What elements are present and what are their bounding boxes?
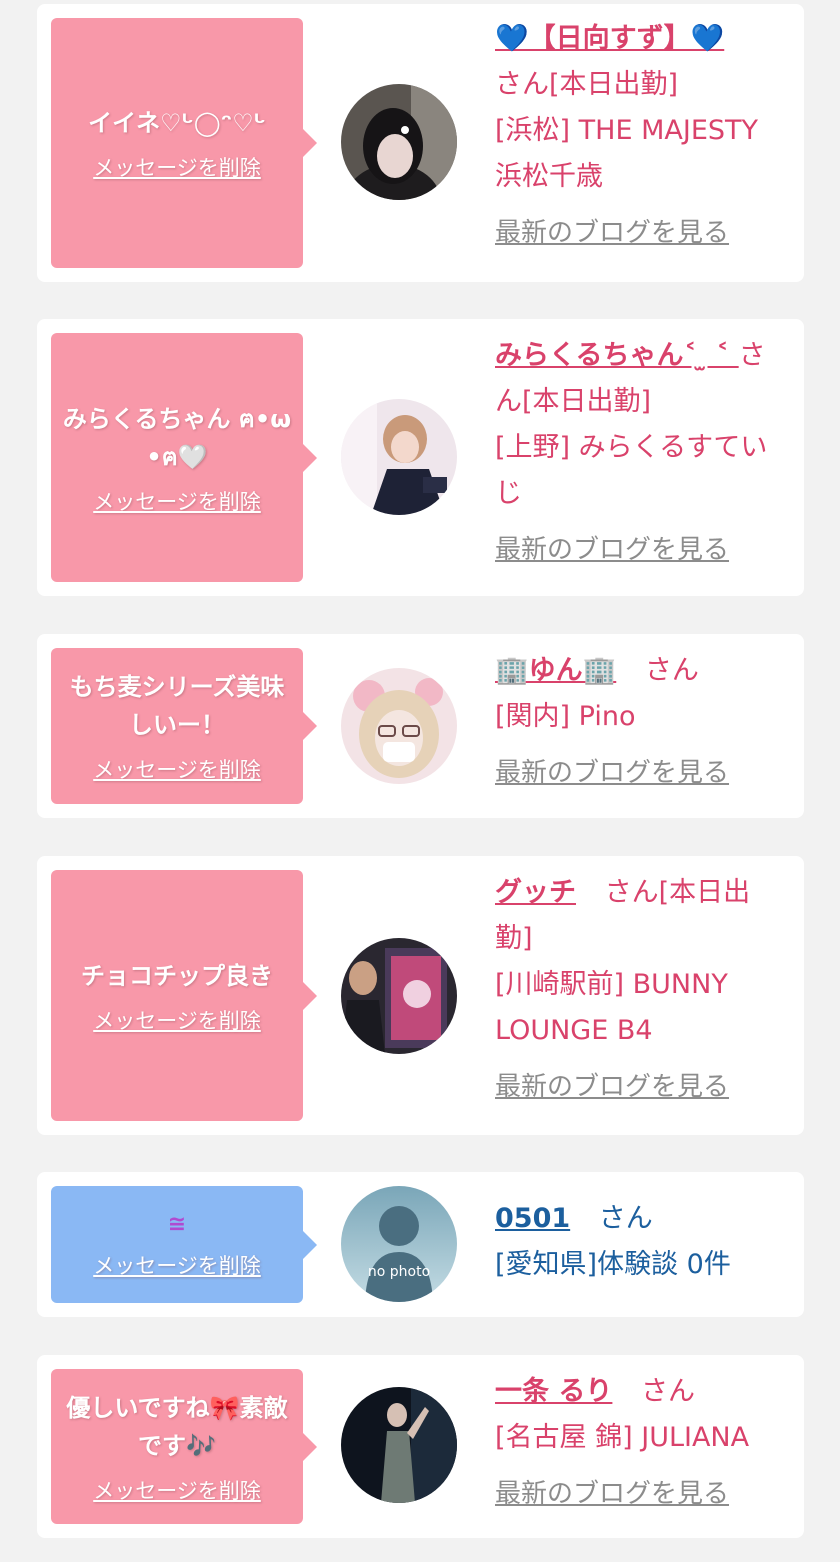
shop-name: [愛知県]体験談 0件 bbox=[495, 1249, 731, 1280]
no-photo-label: no photo bbox=[368, 1264, 430, 1280]
user-name-link[interactable]: 0501 bbox=[495, 1203, 570, 1234]
message-card: もち麦シリーズ美味しいー！ メッセージを削除 🏢ゆん🏢 さん [関内] Pino… bbox=[37, 634, 804, 818]
message-bubble: もち麦シリーズ美味しいー！ メッセージを削除 bbox=[51, 648, 317, 804]
avatar[interactable] bbox=[341, 84, 457, 200]
user-info: 一条 るり さん [名古屋 錦] JULIANA 最新のブログを見る bbox=[495, 1369, 787, 1517]
message-bubble: ≅ メッセージを削除 bbox=[51, 1186, 317, 1303]
message-text: もち麦シリーズ美味しいー！ bbox=[69, 673, 285, 739]
message-card: チョコチップ良き メッセージを削除 グッチ さん[本日出勤] [川崎駅前] BU… bbox=[37, 856, 804, 1135]
avatar[interactable]: no photo bbox=[341, 1186, 457, 1302]
user-info: みらくるちゃん˂ ̫ ˂ さん[本日出勤] [上野] みらくるすていじ 最新のブ… bbox=[495, 333, 787, 573]
user-status: さん bbox=[644, 655, 699, 686]
user-info: グッチ さん[本日出勤] [川崎駅前] BUNNY LOUNGE B4 最新のブ… bbox=[495, 870, 787, 1110]
message-bubble: みらくるちゃん ฅ•ω•ฅ🤍 メッセージを削除 bbox=[51, 333, 317, 582]
message-card: イイネ♡ᒡ◯ᵔ♡ᒡ メッセージを削除 💙【日向すず】💙 さん[本日出勤] [浜松… bbox=[37, 4, 804, 282]
delete-message-link[interactable]: メッセージを削除 bbox=[93, 152, 261, 182]
latest-blog-link[interactable]: 最新のブログを見る bbox=[495, 750, 729, 796]
user-name-link[interactable]: 一条 るり bbox=[495, 1376, 612, 1407]
avatar[interactable] bbox=[341, 938, 457, 1054]
message-bubble: チョコチップ良き メッセージを削除 bbox=[51, 870, 317, 1121]
shop-name: [関内] Pino bbox=[495, 701, 636, 732]
message-text: イイネ♡ᒡ◯ᵔ♡ᒡ bbox=[88, 109, 266, 137]
latest-blog-link[interactable]: 最新のブログを見る bbox=[495, 210, 729, 256]
message-text: 優しいですね🎀素敵です🎶 bbox=[66, 1393, 288, 1460]
message-bubble: 優しいですね🎀素敵です🎶 メッセージを削除 bbox=[51, 1369, 317, 1524]
user-name-link[interactable]: グッチ bbox=[495, 877, 576, 908]
shop-name: [上野] みらくるすていじ bbox=[495, 432, 768, 509]
delete-message-link[interactable]: メッセージを削除 bbox=[93, 1250, 261, 1280]
avatar[interactable] bbox=[341, 668, 457, 784]
user-info: 0501 さん [愛知県]体験談 0件 bbox=[495, 1196, 787, 1288]
message-card: みらくるちゃん ฅ•ω•ฅ🤍 メッセージを削除 みらくるちゃん˂ ̫ ˂ さん[… bbox=[37, 319, 804, 596]
user-name-link[interactable]: 💙【日向すず】💙 bbox=[495, 23, 724, 54]
message-text: ≅ bbox=[167, 1211, 187, 1237]
message-bubble: イイネ♡ᒡ◯ᵔ♡ᒡ メッセージを削除 bbox=[51, 18, 317, 268]
shop-name: [川崎駅前] BUNNY LOUNGE B4 bbox=[495, 969, 728, 1046]
delete-message-link[interactable]: メッセージを削除 bbox=[93, 486, 261, 516]
message-card: 優しいですね🎀素敵です🎶 メッセージを削除 一条 るり さん [名古屋 錦] J… bbox=[37, 1355, 804, 1538]
avatar[interactable] bbox=[341, 399, 457, 515]
message-list: イイネ♡ᒡ◯ᵔ♡ᒡ メッセージを削除 💙【日向すず】💙 さん[本日出勤] [浜松… bbox=[0, 0, 840, 1562]
avatar[interactable] bbox=[341, 1387, 457, 1503]
user-info: 🏢ゆん🏢 さん [関内] Pino 最新のブログを見る bbox=[495, 648, 787, 796]
shop-name: [浜松] THE MAJESTY 浜松千歳 bbox=[495, 115, 758, 192]
user-name-link[interactable]: 🏢ゆん🏢 bbox=[495, 655, 616, 686]
message-text: チョコチップ良き bbox=[81, 961, 273, 990]
latest-blog-link[interactable]: 最新のブログを見る bbox=[495, 527, 729, 573]
latest-blog-link[interactable]: 最新のブログを見る bbox=[495, 1471, 729, 1517]
shop-name: [名古屋 錦] JULIANA bbox=[495, 1422, 750, 1453]
user-name-link[interactable]: みらくるちゃん˂ ̫ ˂ bbox=[495, 340, 739, 371]
delete-message-link[interactable]: メッセージを削除 bbox=[93, 754, 261, 784]
latest-blog-link[interactable]: 最新のブログを見る bbox=[495, 1064, 729, 1110]
user-info: 💙【日向すず】💙 さん[本日出勤] [浜松] THE MAJESTY 浜松千歳 … bbox=[495, 16, 787, 256]
user-status: さん bbox=[641, 1376, 695, 1407]
message-text: みらくるちゃん ฅ•ω•ฅ🤍 bbox=[62, 404, 292, 471]
delete-message-link[interactable]: メッセージを削除 bbox=[93, 1475, 261, 1505]
user-status: さん[本日出勤] bbox=[495, 69, 679, 100]
user-status: さん bbox=[598, 1203, 653, 1234]
message-card: ≅ メッセージを削除 no photo 0501 さん [愛知県]体験談 0件 bbox=[37, 1172, 804, 1317]
delete-message-link[interactable]: メッセージを削除 bbox=[93, 1005, 261, 1035]
